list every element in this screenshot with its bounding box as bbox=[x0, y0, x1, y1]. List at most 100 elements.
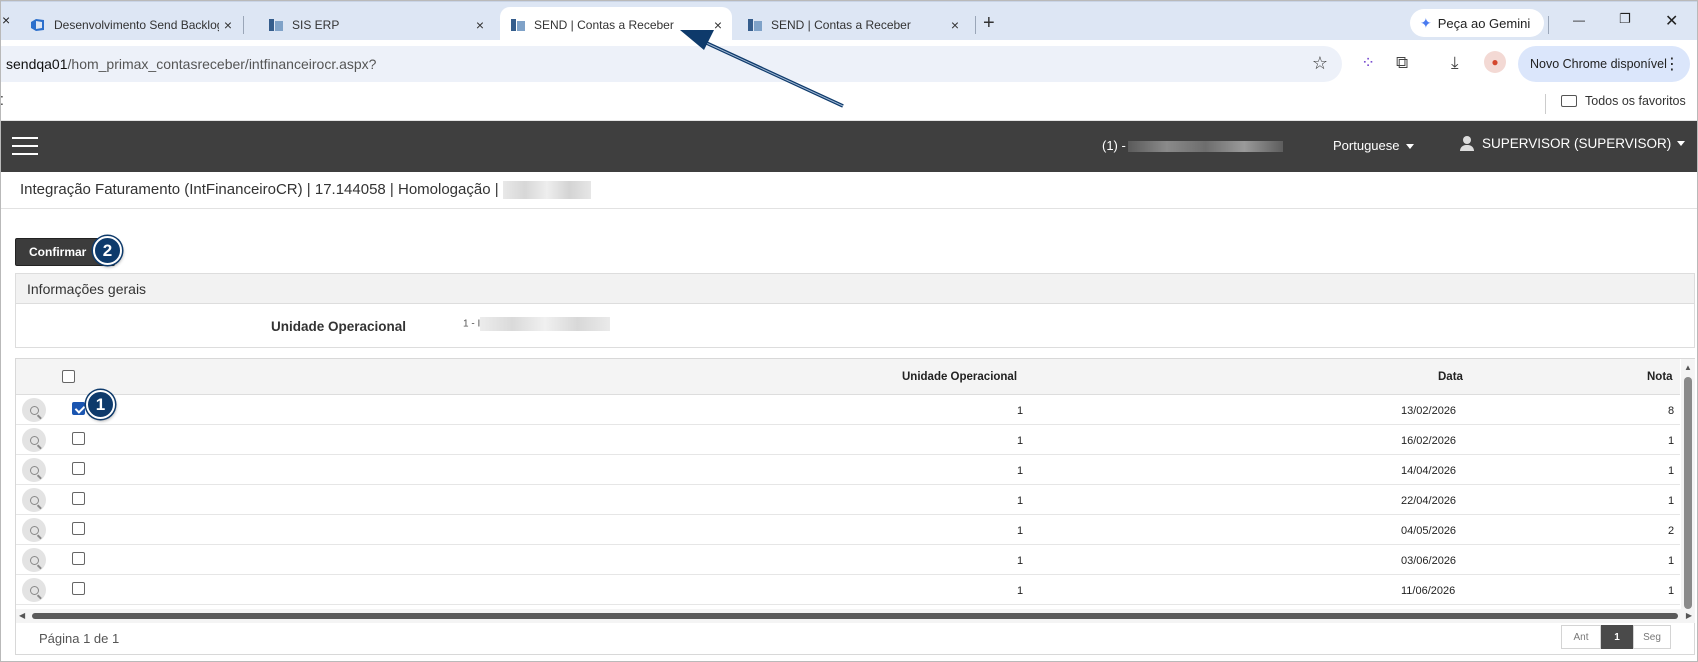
unidade-operacional-value: 1 - I bbox=[463, 317, 611, 331]
bookmarks-bar: ⁚ Todos os favoritos bbox=[0, 88, 1698, 121]
company-selector[interactable]: (1) - bbox=[1102, 138, 1283, 153]
column-header-data[interactable]: Data bbox=[1438, 371, 1463, 383]
table-row[interactable]: 1 13/02/2026 8 bbox=[16, 395, 1680, 425]
tab-sis-erp[interactable]: SIS ERP × bbox=[258, 7, 494, 42]
pager-next-button[interactable]: Seg bbox=[1633, 625, 1671, 649]
magnifier-icon bbox=[29, 495, 39, 505]
menu-hamburger-icon[interactable] bbox=[12, 137, 38, 155]
close-icon[interactable]: × bbox=[224, 17, 232, 33]
browser-tabstrip: × Desenvolvimento Send Backlog × SIS ERP… bbox=[0, 0, 1698, 42]
pager-status: Página 1 de 1 bbox=[39, 631, 120, 646]
tab-contas-receber[interactable]: SEND | Contas a Receber × bbox=[737, 7, 969, 42]
restore-icon[interactable]: ❐ bbox=[1619, 11, 1631, 27]
cell-unidade: 1 bbox=[1017, 585, 1024, 597]
row-search-button[interactable] bbox=[22, 548, 46, 572]
cell-data: 11/06/2026 bbox=[1401, 585, 1456, 597]
horizontal-scrollbar[interactable]: ◀ ▶ bbox=[16, 609, 1695, 623]
row-search-button[interactable] bbox=[22, 578, 46, 602]
table-row[interactable]: 1 04/05/2026 2 bbox=[16, 515, 1680, 545]
cell-unidade: 1 bbox=[1017, 405, 1024, 417]
row-search-button[interactable] bbox=[22, 518, 46, 542]
magnifier-icon bbox=[29, 465, 39, 475]
profile-avatar-icon[interactable]: ● bbox=[1484, 51, 1506, 73]
row-search-button[interactable] bbox=[22, 488, 46, 512]
user-label: SUPERVISOR (SUPERVISOR) bbox=[1482, 136, 1672, 151]
tab-label: Desenvolvimento Send Backlog bbox=[54, 17, 219, 32]
row-checkbox[interactable] bbox=[72, 582, 85, 595]
send-logo-icon bbox=[511, 18, 525, 31]
tab-divider bbox=[1548, 16, 1549, 34]
bookmark-star-icon[interactable]: ☆ bbox=[1312, 53, 1328, 74]
bookmarks-overflow-icon[interactable]: ⁚ bbox=[0, 94, 4, 108]
more-menu-icon[interactable]: ⋮ bbox=[1664, 54, 1680, 74]
extension-icon[interactable]: ⁘ bbox=[1361, 53, 1375, 73]
chevron-down-icon bbox=[1677, 141, 1686, 146]
close-icon[interactable]: × bbox=[714, 17, 722, 33]
scroll-up-icon[interactable]: ▲ bbox=[1684, 363, 1692, 372]
row-search-button[interactable] bbox=[22, 458, 46, 482]
row-search-button[interactable] bbox=[22, 398, 46, 422]
pager-prev-button[interactable]: Ant bbox=[1561, 625, 1601, 649]
cell-data: 16/02/2026 bbox=[1401, 435, 1457, 447]
row-checkbox[interactable] bbox=[72, 462, 85, 475]
gemini-button[interactable]: ✦ Peça ao Gemini bbox=[1410, 9, 1545, 37]
partial-tab-close-icon[interactable]: × bbox=[2, 12, 10, 28]
table-row[interactable]: 1 14/04/2026 1 bbox=[16, 455, 1680, 485]
select-all-checkbox[interactable] bbox=[62, 370, 75, 383]
horizontal-scroll-thumb[interactable] bbox=[32, 613, 1678, 619]
close-icon[interactable]: × bbox=[951, 17, 959, 33]
download-icon[interactable]: ⤓ bbox=[1451, 53, 1459, 73]
pager-current-page[interactable]: 1 bbox=[1601, 625, 1633, 649]
general-info-panel: Informações gerais Unidade Operacional 1… bbox=[15, 273, 1695, 348]
scroll-left-icon[interactable]: ◀ bbox=[19, 611, 25, 620]
cell-nota: 1 bbox=[1668, 585, 1675, 597]
scroll-right-icon[interactable]: ▶ bbox=[1686, 611, 1692, 620]
row-checkbox[interactable] bbox=[72, 522, 85, 535]
all-bookmarks-button[interactable]: Todos os favoritos bbox=[1561, 94, 1686, 108]
table-row[interactable]: 1 22/04/2026 1 bbox=[16, 485, 1680, 515]
address-bar[interactable]: sendqa01/hom_primax_contasreceber/intfin… bbox=[0, 46, 1342, 82]
page-title: Integração Faturamento (IntFinanceiroCR)… bbox=[20, 181, 591, 200]
new-tab-button[interactable]: + bbox=[983, 12, 995, 35]
cell-data: 03/06/2026 bbox=[1401, 555, 1457, 567]
row-search-button[interactable] bbox=[22, 428, 46, 452]
row-checkbox[interactable] bbox=[72, 552, 85, 565]
gemini-label: Peça ao Gemini bbox=[1437, 15, 1531, 31]
pagination: Ant 1 Seg bbox=[1561, 625, 1671, 649]
cell-data: 13/02/2026 bbox=[1401, 405, 1457, 417]
close-icon[interactable]: × bbox=[476, 17, 484, 33]
magnifier-icon bbox=[29, 585, 39, 595]
row-checkbox[interactable] bbox=[72, 432, 85, 445]
vertical-scroll-thumb[interactable] bbox=[1684, 377, 1692, 609]
row-checkbox[interactable] bbox=[72, 402, 85, 415]
row-checkbox[interactable] bbox=[72, 492, 85, 505]
panel-title: Informações gerais bbox=[16, 274, 1694, 304]
language-selector[interactable]: Portuguese bbox=[1333, 138, 1414, 153]
redacted-environment bbox=[502, 181, 591, 200]
magnifier-icon bbox=[29, 555, 39, 565]
tab-contas-receber-active[interactable]: SEND | Contas a Receber × bbox=[500, 7, 732, 42]
table-row[interactable]: 1 11/06/2026 1 bbox=[16, 575, 1680, 605]
azure-devops-icon bbox=[31, 18, 44, 31]
tab-label: SEND | Contas a Receber bbox=[534, 17, 674, 32]
table-row[interactable]: 1 03/06/2026 1 bbox=[16, 545, 1680, 575]
send-logo-icon bbox=[748, 18, 762, 31]
minimize-icon[interactable]: — bbox=[1573, 13, 1585, 27]
vertical-scrollbar[interactable]: ▲ bbox=[1681, 359, 1695, 609]
column-header-unidade[interactable]: Unidade Operacional bbox=[902, 371, 1017, 383]
app-header: (1) - Portuguese SUPERVISOR (SUPERVISOR) bbox=[0, 121, 1698, 172]
window-close-icon[interactable]: ✕ bbox=[1665, 11, 1678, 31]
user-menu[interactable]: SUPERVISOR (SUPERVISOR) bbox=[1460, 136, 1686, 151]
table-row[interactable]: 1 16/02/2026 1 bbox=[16, 425, 1680, 455]
tab-label: SIS ERP bbox=[292, 17, 340, 32]
annotation-badge-2: 2 bbox=[93, 236, 122, 265]
browser-toolbar: sendqa01/hom_primax_contasreceber/intfin… bbox=[0, 40, 1698, 88]
cell-nota: 8 bbox=[1668, 405, 1675, 417]
tab-backlog[interactable]: Desenvolvimento Send Backlog × bbox=[20, 7, 242, 42]
magnifier-icon bbox=[29, 525, 39, 535]
column-header-nota[interactable]: Nota bbox=[1647, 371, 1673, 383]
cell-unidade: 1 bbox=[1017, 435, 1024, 447]
chrome-update-button[interactable]: Novo Chrome disponível ⋮ bbox=[1518, 46, 1690, 82]
puzzle-extensions-icon[interactable]: ⧉ bbox=[1396, 53, 1408, 73]
language-label: Portuguese bbox=[1333, 138, 1400, 153]
